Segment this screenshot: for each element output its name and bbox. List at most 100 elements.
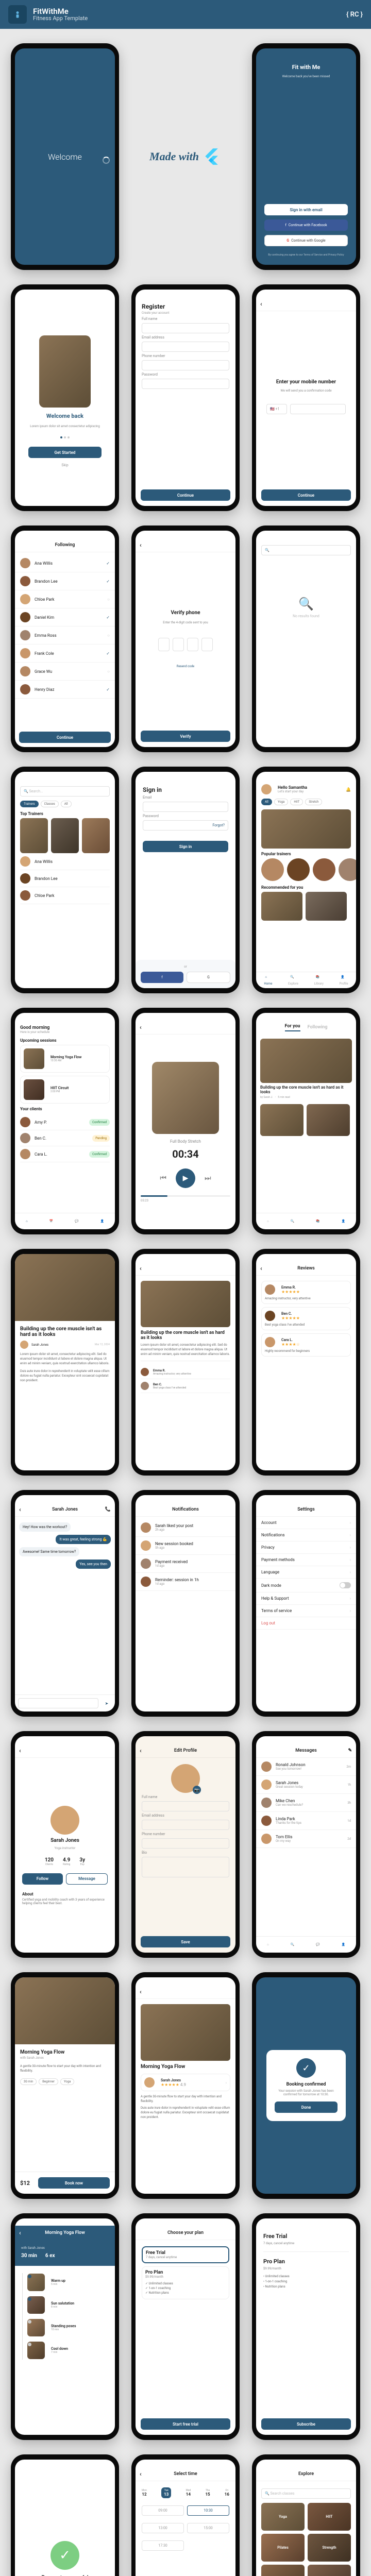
session-card[interactable]: HIIT Circuit2:00 PM (20, 1076, 110, 1104)
featured-banner[interactable] (261, 809, 351, 849)
password-input[interactable] (142, 379, 229, 389)
back-icon[interactable]: ‹ (19, 1747, 21, 1754)
category-chip[interactable]: Yoga (274, 799, 288, 805)
forgot-link[interactable]: Forgot? (212, 823, 225, 827)
chat-list-item[interactable]: Ronald JohnsonSee you tomorrow!2m (256, 1758, 356, 1776)
resend-link[interactable]: Resend code (177, 665, 194, 668)
time-slot[interactable]: 15:00 (187, 2523, 229, 2533)
otp-digit-input[interactable] (173, 638, 184, 651)
tab-following[interactable]: Following (308, 1025, 328, 1030)
verify-button[interactable]: Verify (141, 731, 230, 742)
email-input[interactable] (142, 342, 229, 352)
tab-foryou[interactable]: For you (285, 1024, 300, 1031)
category-tile[interactable]: Stretch (308, 2565, 351, 2576)
back-icon[interactable]: ‹ (140, 1747, 142, 1754)
tab-profile[interactable]: 👤Profile (339, 975, 348, 986)
class-card[interactable] (306, 892, 347, 921)
day-chip[interactable]: Mon12 (142, 2489, 147, 2497)
subscribe-button[interactable]: Subscribe (261, 2418, 351, 2430)
prev-icon[interactable]: ⏮ (160, 1174, 166, 1182)
list-item[interactable]: Ana Willis✓ (15, 554, 115, 572)
bio-input[interactable] (142, 1857, 229, 1877)
email-input[interactable] (143, 802, 228, 812)
back-icon[interactable]: ‹ (260, 300, 262, 308)
filter-chip[interactable]: All (61, 801, 72, 807)
password-input[interactable]: Forgot? (143, 820, 228, 831)
category-tile[interactable]: Strength (308, 2534, 351, 2562)
article-card[interactable] (307, 1104, 350, 1136)
category-chip[interactable]: All (261, 799, 272, 805)
tab-library[interactable]: 📚Library (314, 975, 324, 986)
message-input[interactable] (18, 1698, 98, 1708)
article-card[interactable] (260, 1104, 303, 1136)
client-row[interactable]: Ben C.Pending (20, 1130, 110, 1146)
name-input[interactable] (142, 323, 229, 333)
tab-library[interactable]: 📚 (316, 1219, 319, 1223)
settings-row-toggle[interactable]: Dark mode (256, 1579, 356, 1592)
phone-number-input[interactable] (290, 404, 346, 414)
back-icon[interactable]: ‹ (140, 1024, 142, 1031)
trainer-avatar[interactable] (261, 858, 284, 881)
list-item[interactable]: Brandon Lee✓ (15, 572, 115, 590)
name-input[interactable] (142, 1801, 229, 1811)
notification-row[interactable]: New session booked5h ago (136, 1537, 235, 1555)
chat-list-item[interactable]: Linda ParkThanks for the tips1d (256, 1812, 356, 1830)
darkmode-toggle[interactable] (340, 1582, 351, 1588)
play-button[interactable]: ▶ (176, 1168, 195, 1188)
book-button[interactable]: Book now (38, 2177, 110, 2189)
camera-icon[interactable]: 📷 (193, 1786, 201, 1794)
trainer-avatar[interactable] (339, 858, 356, 881)
settings-row[interactable]: Help & Support› (256, 1592, 356, 1605)
tab-profile[interactable]: 👤 (341, 1219, 345, 1223)
back-icon[interactable]: ‹ (19, 1506, 21, 1513)
trainer-card[interactable] (82, 818, 110, 853)
back-icon[interactable]: ‹ (19, 2229, 21, 2236)
notification-row[interactable]: Sarah liked your post2h ago (136, 1519, 235, 1537)
list-item[interactable]: Frank Cole✓ (15, 645, 115, 663)
email-input[interactable] (142, 1820, 229, 1830)
save-button[interactable]: Save (141, 1936, 230, 1947)
back-icon[interactable]: ‹ (140, 1988, 142, 1995)
back-icon[interactable]: ‹ (140, 2470, 142, 2478)
plan-free-card[interactable]: Free Trial 7 days, cancel anytime (142, 2246, 229, 2263)
back-icon[interactable]: ‹ (140, 1265, 142, 1272)
tab-calendar[interactable]: 📅 (49, 1219, 53, 1223)
session-card[interactable]: Morning Yoga Flow10:30 AM (20, 1045, 110, 1073)
back-icon[interactable]: ‹ (260, 1265, 262, 1272)
dialog-done-button[interactable]: Done (275, 2102, 338, 2113)
phone-input[interactable] (142, 1838, 229, 1849)
list-item[interactable]: Chloe Park (20, 887, 110, 904)
tab-messages[interactable]: 💬 (75, 1219, 78, 1223)
follow-button[interactable]: Follow (22, 1873, 63, 1885)
trainer-card[interactable] (20, 818, 48, 853)
article-card[interactable] (260, 1039, 352, 1083)
tab-explore[interactable]: 🔍 (291, 1219, 294, 1223)
register-continue-button[interactable]: Continue (141, 489, 230, 501)
search-input[interactable]: 🔍 (261, 545, 351, 555)
tab-home[interactable]: ⌂Home (264, 975, 272, 986)
signin-email-button[interactable]: Sign in with email (264, 204, 348, 215)
tab-home[interactable]: ⌂ (267, 1219, 269, 1223)
list-item[interactable]: Chloe Park○ (15, 590, 115, 608)
continue-google-button[interactable]: GContinue with Google (264, 235, 348, 246)
settings-row[interactable]: Language› (256, 1566, 356, 1579)
settings-row[interactable]: Payment methods› (256, 1554, 356, 1566)
day-chip[interactable]: Fri16 (225, 2489, 229, 2497)
chat-list-item[interactable]: Sarah JonesGreat session today1h (256, 1776, 356, 1794)
list-item[interactable]: Emma Ross○ (15, 626, 115, 645)
category-chip[interactable]: HIIT (290, 799, 303, 805)
time-slot[interactable]: 09:00 (142, 2505, 184, 2516)
send-icon[interactable]: ➤ (102, 1701, 112, 1706)
article-author[interactable]: Sarah Jones (31, 1343, 48, 1347)
trainer-avatar[interactable] (287, 858, 310, 881)
following-continue-button[interactable]: Continue (19, 732, 111, 743)
list-item[interactable]: Brandon Lee (20, 870, 110, 887)
continue-facebook-button[interactable]: fContinue with Facebook (264, 219, 348, 231)
filter-chip[interactable]: Trainers (20, 801, 39, 807)
settings-row[interactable]: Log out (256, 1617, 356, 1630)
category-tile[interactable]: HIIT (308, 2503, 351, 2531)
category-tile[interactable]: Pilates (261, 2534, 305, 2562)
new-chat-icon[interactable]: ✎ (348, 1748, 352, 1753)
tab-explore[interactable]: 🔍 (291, 1943, 294, 1946)
get-started-button[interactable]: Get Started (28, 447, 102, 458)
